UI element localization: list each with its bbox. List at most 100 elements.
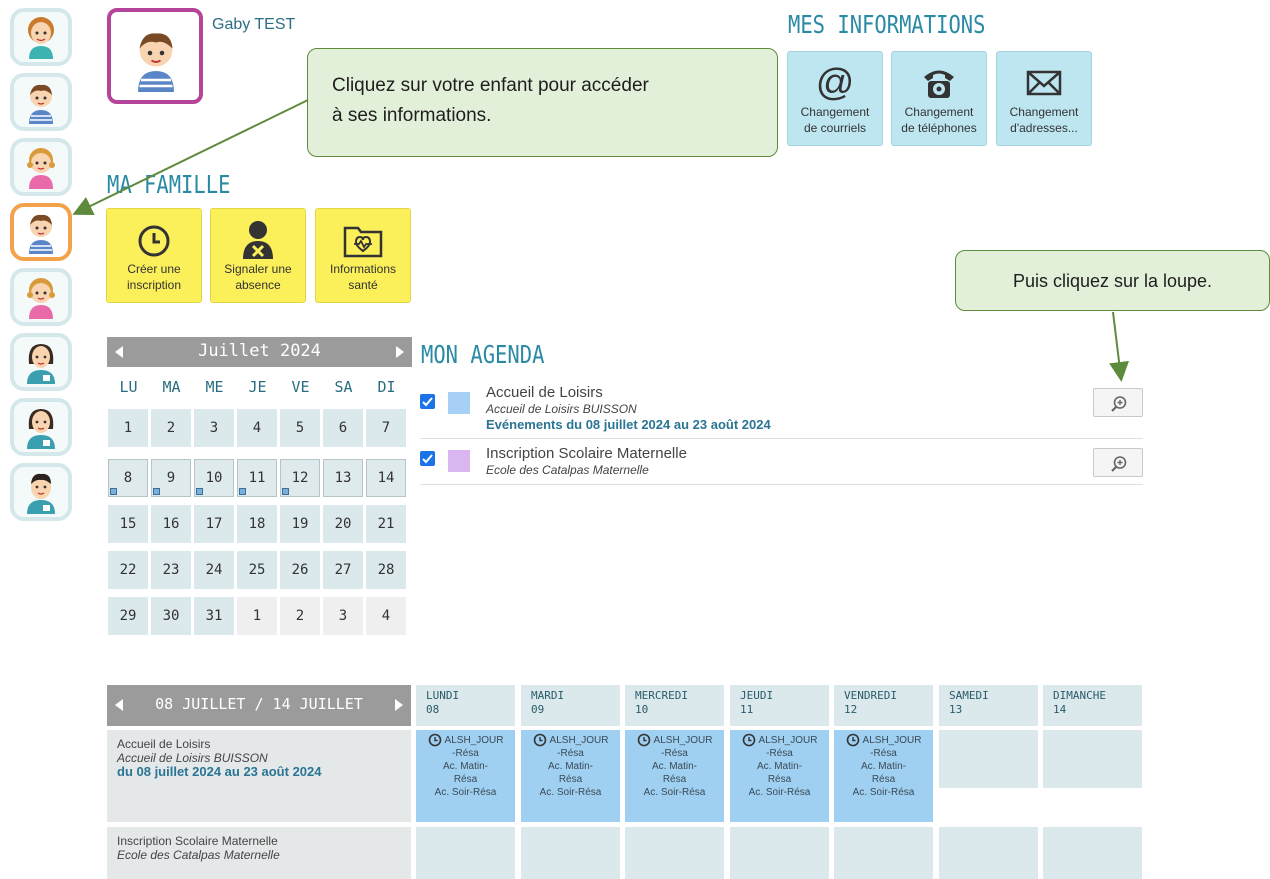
event-line: -Résa — [661, 748, 688, 759]
weekday-di: DI — [377, 378, 396, 396]
event-code-text: ALSH_JOUR — [444, 734, 504, 746]
next-week-button[interactable] — [383, 685, 411, 726]
child-avatar-2[interactable] — [10, 73, 72, 131]
calendar-day[interactable]: 17 — [194, 505, 234, 543]
calendar-day[interactable]: 23 — [151, 551, 191, 589]
day-name: MARDI — [531, 689, 565, 702]
adult-avatar-2[interactable] — [10, 398, 72, 456]
change-phone-button[interactable]: Changement de téléphones — [891, 51, 987, 146]
calendar-day[interactable]: 6 — [323, 409, 363, 447]
agenda-period: Evénements du 08 juillet 2024 au 23 août… — [486, 417, 771, 432]
mon-agenda-title: MON AGENDA — [421, 340, 545, 369]
calendar-day[interactable]: 26 — [280, 551, 320, 589]
boy-avatar-icon — [138, 33, 174, 92]
week-empty-cell — [730, 827, 829, 879]
week-event-cell[interactable]: ALSH_JOUR -Résa Ac. Matin- Résa Ac. Soir-Rés… — [834, 730, 933, 822]
calendar-day[interactable]: 7 — [366, 409, 406, 447]
calendar-day[interactable]: 29 — [108, 597, 148, 635]
woman-avatar-icon — [27, 409, 55, 449]
calendar-day[interactable]: 27 — [323, 551, 363, 589]
week-day-lundi[interactable]: LUNDI 08 — [416, 685, 515, 726]
event-line: Ac. Matin- — [442, 761, 488, 772]
day-name: DIMANCHE — [1053, 689, 1106, 702]
calendar-day[interactable]: 10 — [194, 459, 234, 497]
calendar-day[interactable]: 21 — [366, 505, 406, 543]
week-day-jeudi[interactable]: JEUDI 11 — [730, 685, 829, 726]
btn-label: Changement — [800, 105, 870, 119]
calendar-day[interactable]: 30 — [151, 597, 191, 635]
row-subtitle: Ecole des Catalpas Maternelle — [117, 848, 280, 862]
agenda-item-accueil: Accueil de Loisirs Accueil de Loisirs BU… — [420, 382, 1143, 439]
agenda-item-scolaire: Inscription Scolaire Maternelle Ecole de… — [420, 440, 1143, 485]
week-event-cell[interactable]: ALSH_JOUR -Résa Ac. Matin- Résa Ac. Soir-Rés… — [416, 730, 515, 822]
calendar-day[interactable]: 20 — [323, 505, 363, 543]
callout-text: à ses informations. — [332, 105, 492, 126]
calendar-day[interactable]: 4 — [366, 597, 406, 635]
create-registration-button[interactable]: Créer une inscription — [106, 208, 202, 303]
mes-informations-title: MES INFORMATIONS — [788, 10, 986, 39]
day-name: SAMEDI — [949, 689, 989, 702]
calendar-day[interactable]: 14 — [366, 459, 406, 497]
calendar-day[interactable]: 2 — [151, 409, 191, 447]
week-day-mardi[interactable]: MARDI 09 — [521, 685, 620, 726]
btn-label: de téléphones — [901, 121, 977, 135]
zoom-button[interactable] — [1093, 388, 1143, 417]
calendar-day[interactable]: 16 — [151, 505, 191, 543]
change-email-button[interactable]: @ Changement de courriels — [787, 51, 883, 146]
calendar-day[interactable]: 1 — [237, 597, 277, 635]
event-code-text: ALSH_JOUR — [653, 734, 713, 746]
calendar-day[interactable]: 31 — [194, 597, 234, 635]
report-absence-button[interactable]: Signaler une absence — [210, 208, 306, 303]
calendar-day[interactable]: 25 — [237, 551, 277, 589]
calendar-day[interactable]: 3 — [194, 409, 234, 447]
calendar-day[interactable]: 8 — [108, 459, 148, 497]
calendar-day[interactable]: 5 — [280, 409, 320, 447]
week-day-samedi[interactable]: SAMEDI 13 — [939, 685, 1038, 726]
child-photo[interactable] — [107, 8, 203, 104]
child-avatar-3[interactable] — [10, 138, 72, 196]
adult-avatar-1[interactable] — [10, 333, 72, 391]
month-calendar-header: Juillet 2024 — [107, 337, 412, 367]
event-line: Ac. Soir-Résa — [539, 787, 602, 798]
agenda-checkbox[interactable] — [420, 394, 435, 409]
change-address-button[interactable]: Changement d'adresses... — [996, 51, 1092, 146]
event-code: ALSH_JOUR — [730, 733, 829, 747]
next-month-button[interactable] — [384, 337, 412, 367]
clock-icon — [742, 733, 755, 747]
week-day-dimanche[interactable]: DIMANCHE 14 — [1043, 685, 1142, 726]
calendar-day[interactable]: 22 — [108, 551, 148, 589]
event-marker — [239, 488, 246, 495]
event-line: Résa — [558, 774, 583, 785]
week-empty-cell — [521, 827, 620, 879]
calendar-day[interactable]: 18 — [237, 505, 277, 543]
event-line: Ac. Matin- — [651, 761, 697, 772]
child-avatar-selected[interactable] — [10, 203, 72, 261]
week-event-cell[interactable]: ALSH_JOUR -Résa Ac. Matin- Résa Ac. Soir-Rés… — [521, 730, 620, 822]
calendar-day[interactable]: 11 — [237, 459, 277, 497]
agenda-checkbox[interactable] — [420, 451, 435, 466]
calendar-day[interactable]: 12 — [280, 459, 320, 497]
child-avatar-1[interactable] — [10, 8, 72, 66]
day-number: 14 — [1053, 703, 1067, 716]
weekday-sa: SA — [334, 378, 353, 396]
calendar-day[interactable]: 1 — [108, 409, 148, 447]
child-avatar-5[interactable] — [10, 268, 72, 326]
calendar-day[interactable]: 28 — [366, 551, 406, 589]
calendar-day[interactable]: 4 — [237, 409, 277, 447]
health-info-button[interactable]: Informations santé — [315, 208, 411, 303]
week-event-cell[interactable]: ALSH_JOUR -Résa Ac. Matin- Résa Ac. Soir-Rés… — [625, 730, 724, 822]
calendar-day[interactable]: 9 — [151, 459, 191, 497]
boy-avatar-icon — [29, 214, 53, 254]
calendar-day[interactable]: 24 — [194, 551, 234, 589]
week-day-vendredi[interactable]: VENDREDI 12 — [834, 685, 933, 726]
zoom-button[interactable] — [1093, 448, 1143, 477]
week-event-cell[interactable]: ALSH_JOUR -Résa Ac. Matin- Résa Ac. Soir-Rés… — [730, 730, 829, 822]
adult-avatar-3[interactable] — [10, 463, 72, 521]
calendar-day[interactable]: 19 — [280, 505, 320, 543]
calendar-day[interactable]: 15 — [108, 505, 148, 543]
week-day-mercredi[interactable]: MERCREDI 10 — [625, 685, 724, 726]
clock-icon — [138, 225, 170, 257]
calendar-day[interactable]: 13 — [323, 459, 363, 497]
calendar-day[interactable]: 3 — [323, 597, 363, 635]
calendar-day[interactable]: 2 — [280, 597, 320, 635]
